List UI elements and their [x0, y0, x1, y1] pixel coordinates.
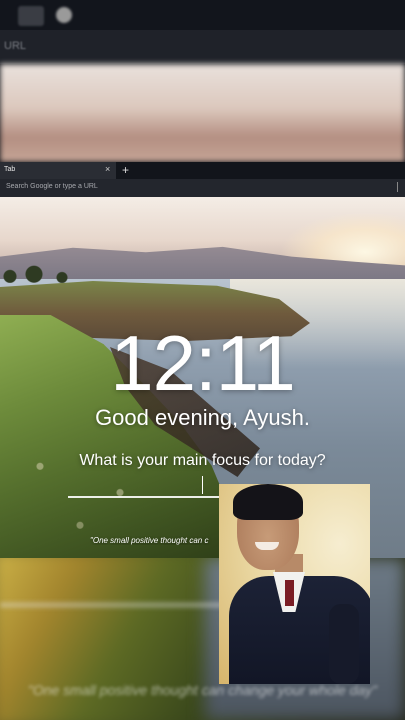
tab-close-icon[interactable]: ×	[105, 164, 110, 174]
blurred-quote: "One small positive thought can change y…	[27, 682, 378, 698]
browser-tab[interactable]	[0, 162, 116, 179]
greeting: Good evening, Ayush.	[95, 405, 310, 430]
blurred-address-bar	[0, 30, 405, 64]
webcam-person-tie	[285, 580, 294, 606]
tab-title: Tab	[4, 166, 16, 173]
wallpaper-trees	[2, 261, 82, 283]
new-tab-button[interactable]: +	[122, 163, 129, 177]
text-cursor	[202, 476, 203, 494]
address-bar-placeholder: Search Google or type a URL	[6, 183, 98, 190]
clock: 12:11	[110, 319, 295, 407]
blurred-wallpaper-top	[0, 64, 405, 162]
blurred-tab	[18, 6, 44, 26]
webcam-person-arm	[329, 604, 359, 684]
focus-question: What is your main focus for today?	[79, 452, 326, 469]
blurred-profile-icon	[56, 7, 72, 23]
blurred-address-text: URL	[4, 40, 27, 52]
webcam-person-hair	[233, 484, 303, 520]
webcam-feed	[219, 484, 370, 684]
blurred-focus-line	[0, 602, 230, 608]
address-bar-edge	[397, 182, 398, 192]
